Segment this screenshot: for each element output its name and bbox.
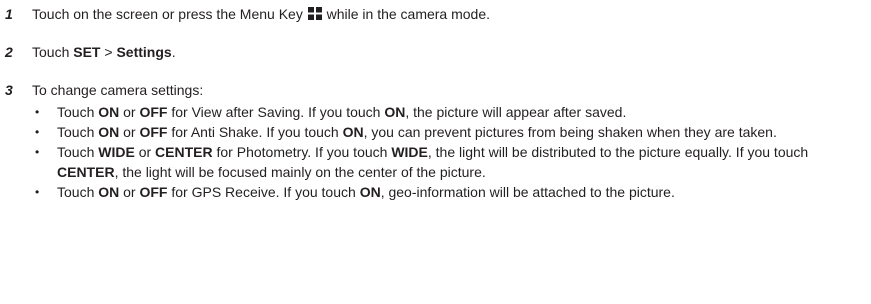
option-label: ON xyxy=(98,104,120,120)
text-part: Touch xyxy=(57,184,99,200)
text-part: Touch xyxy=(57,144,99,160)
step-number: 1 xyxy=(5,6,13,22)
menu-key-icon xyxy=(307,7,322,20)
step-text-part: Touch on the screen or press the Menu Ke… xyxy=(32,6,307,22)
text-part: for Photometry. If you touch xyxy=(212,144,392,160)
list-item: • Touch WIDE or CENTER for Photometry. I… xyxy=(32,142,871,182)
step-1: 1 Touch on the screen or press the Menu … xyxy=(0,4,871,24)
text-part: or xyxy=(119,104,140,120)
option-label: OFF xyxy=(139,184,168,200)
text-part: Touch xyxy=(57,104,99,120)
option-label: OFF xyxy=(139,124,168,140)
option-label: ON xyxy=(98,124,120,140)
text-part: , you can prevent pictures from being sh… xyxy=(363,124,777,140)
step-text-part: > xyxy=(100,44,117,60)
text-part: for Anti Shake. If you touch xyxy=(167,124,343,140)
text-part: , the picture will appear after saved. xyxy=(405,104,627,120)
text-part: for GPS Receive. If you touch xyxy=(167,184,360,200)
option-label: ON xyxy=(359,184,381,200)
option-label: WIDE xyxy=(98,144,135,160)
step-text-part: . xyxy=(171,44,176,60)
step-text: Touch SET > Settings. xyxy=(32,42,871,62)
text-part: or xyxy=(134,144,156,160)
bullet-icon: • xyxy=(35,185,40,199)
list-item: • Touch ON or OFF for View after Saving.… xyxy=(32,102,871,122)
step-text-part: Touch xyxy=(32,44,74,60)
text-part: for View after Saving. If you touch xyxy=(167,104,385,120)
text-part: Touch xyxy=(57,124,99,140)
step-text: Touch on the screen or press the Menu Ke… xyxy=(32,4,871,24)
text-part: , geo-information will be attached to th… xyxy=(380,184,675,200)
text-part: or xyxy=(119,184,140,200)
option-label: ON xyxy=(98,184,120,200)
option-label: ON xyxy=(384,104,406,120)
bullet-icon: • xyxy=(35,145,40,159)
settings-bullet-list: • Touch ON or OFF for View after Saving.… xyxy=(32,102,871,202)
step-text: To change camera settings: xyxy=(32,82,204,98)
step-number: 2 xyxy=(5,44,13,60)
text-part: or xyxy=(119,124,140,140)
step-3: 3 To change camera settings: xyxy=(0,80,871,100)
text-part: , the light will be focused mainly on th… xyxy=(114,164,486,180)
option-label: CENTER xyxy=(155,144,213,160)
step-number: 3 xyxy=(5,82,13,98)
option-label: CENTER xyxy=(57,164,115,180)
menu-path-set: SET xyxy=(73,44,101,60)
bullet-icon: • xyxy=(35,105,40,119)
step-text-part: while in the camera mode. xyxy=(322,6,491,22)
instruction-document: 1 Touch on the screen or press the Menu … xyxy=(0,0,871,202)
option-label: WIDE xyxy=(391,144,428,160)
list-item: • Touch ON or OFF for Anti Shake. If you… xyxy=(32,122,871,142)
bullet-icon: • xyxy=(35,125,40,139)
menu-path-settings: Settings xyxy=(116,44,172,60)
step-2: 2 Touch SET > Settings. xyxy=(0,42,871,62)
option-label: OFF xyxy=(139,104,168,120)
text-part: , the light will be distributed to the p… xyxy=(427,144,809,160)
list-item: • Touch ON or OFF for GPS Receive. If yo… xyxy=(32,182,871,202)
option-label: ON xyxy=(342,124,364,140)
